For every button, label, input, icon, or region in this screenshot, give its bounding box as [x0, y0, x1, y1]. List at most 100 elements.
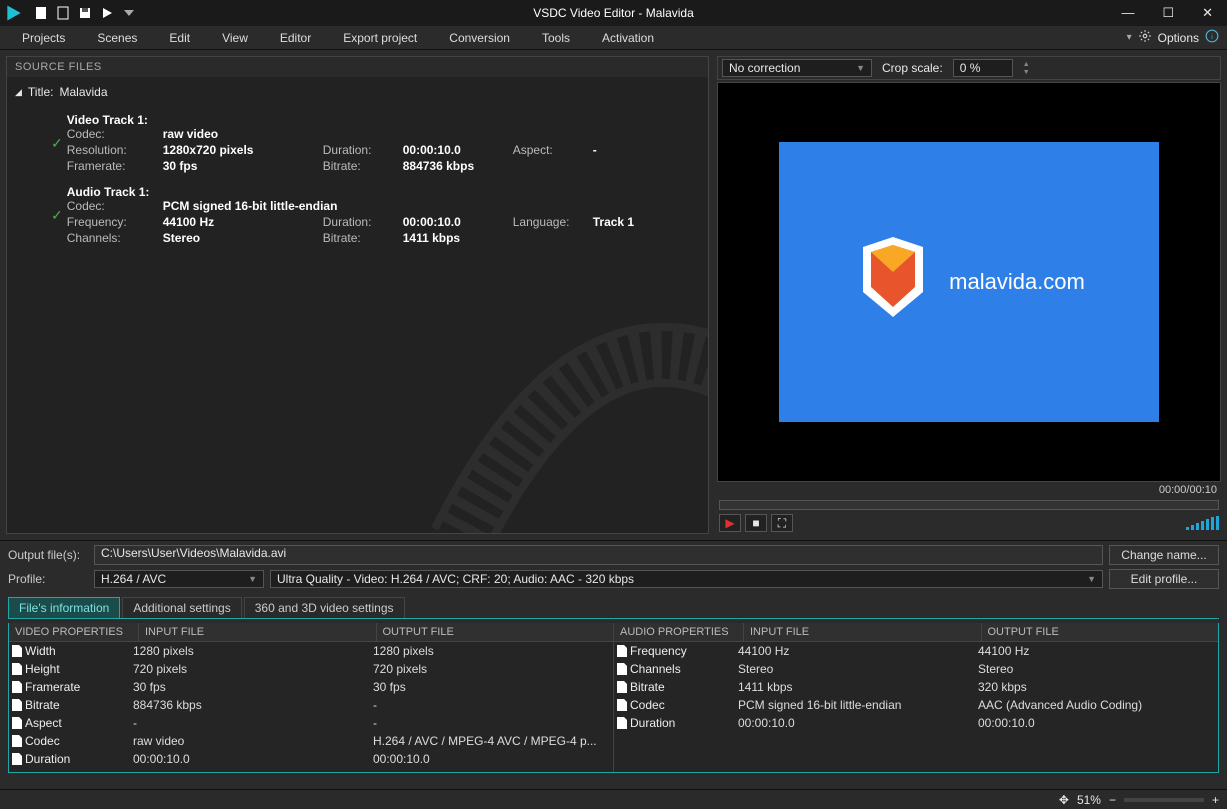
menu-editor[interactable]: Editor: [266, 29, 325, 47]
prop-input-value: 1280 pixels: [133, 644, 373, 658]
menu-activation[interactable]: Activation: [588, 29, 668, 47]
document-icon: [614, 663, 630, 675]
prop-name: Framerate: [25, 680, 133, 694]
prop-output-value: H.264 / AVC / MPEG-4 AVC / MPEG-4 p...: [373, 734, 613, 748]
property-row[interactable]: Bitrate884736 kbps-: [9, 696, 613, 714]
crop-scale-input[interactable]: 0 %: [953, 59, 1013, 77]
source-files-header: SOURCE FILES: [7, 57, 708, 77]
menu-view[interactable]: View: [208, 29, 262, 47]
play-icon[interactable]: [98, 4, 116, 22]
property-row[interactable]: Framerate30 fps30 fps: [9, 678, 613, 696]
document-icon: [9, 735, 25, 747]
property-row[interactable]: ChannelsStereoStereo: [614, 660, 1218, 678]
menu-projects[interactable]: Projects: [8, 29, 79, 47]
output-path-input[interactable]: C:\Users\User\Videos\Malavida.avi: [94, 545, 1103, 565]
at-dur-lbl: Duration:: [323, 215, 403, 229]
prop-name: Duration: [630, 716, 738, 730]
zoom-level: 51%: [1077, 793, 1101, 807]
menu-dropdown-icon[interactable]: ▾: [1127, 32, 1132, 43]
at-lang: Track 1: [593, 215, 673, 229]
spin-down-icon[interactable]: ▼: [1023, 69, 1030, 76]
vt-fr-lbl: Framerate:: [67, 159, 163, 173]
new-file-icon[interactable]: [32, 4, 50, 22]
document-icon: [614, 717, 630, 729]
property-row[interactable]: CodecPCM signed 16-bit little-endianAAC …: [614, 696, 1218, 714]
gear-icon[interactable]: [1138, 29, 1152, 46]
options-label[interactable]: Options: [1158, 31, 1199, 45]
menu-export[interactable]: Export project: [329, 29, 431, 47]
profile-desc-dropdown[interactable]: Ultra Quality - Video: H.264 / AVC; CRF:…: [270, 570, 1103, 588]
correction-dropdown[interactable]: No correction ▼: [722, 59, 872, 77]
title-value: Malavida: [59, 85, 107, 99]
minimize-button[interactable]: —: [1121, 5, 1134, 21]
preview-scrubber[interactable]: [719, 500, 1219, 510]
dropdown-toolbar-icon[interactable]: [120, 4, 138, 22]
fullscreen-button[interactable]: ⛶: [771, 514, 793, 532]
zoom-slider[interactable]: [1124, 798, 1204, 802]
tab-additional-settings[interactable]: Additional settings: [122, 597, 241, 618]
document-icon: [9, 717, 25, 729]
prop-output-value: -: [373, 698, 613, 712]
prop-output-value: 30 fps: [373, 680, 613, 694]
property-row[interactable]: Frequency44100 Hz44100 Hz: [614, 642, 1218, 660]
chevron-down-icon: ▼: [856, 63, 865, 73]
volume-indicator[interactable]: [1186, 516, 1219, 530]
profile-label: Profile:: [8, 572, 88, 586]
check-icon: ✓: [51, 135, 63, 152]
document-icon: [614, 645, 630, 657]
preview-timecode: 00:00/00:10: [717, 482, 1221, 498]
profile-desc-value: Ultra Quality - Video: H.264 / AVC; CRF:…: [277, 572, 634, 586]
zoom-in-button[interactable]: +: [1212, 793, 1219, 807]
close-button[interactable]: ✕: [1202, 5, 1213, 21]
crop-scale-label: Crop scale:: [882, 61, 943, 75]
property-row[interactable]: Codecraw videoH.264 / AVC / MPEG-4 AVC /…: [9, 732, 613, 750]
vt-fr: 30 fps: [163, 159, 323, 173]
prop-output-value: Stereo: [978, 662, 1218, 676]
maximize-button[interactable]: ☐: [1162, 5, 1174, 21]
property-row[interactable]: Duration00:00:10.000:00:10.0: [9, 750, 613, 768]
profile-codec-dropdown[interactable]: H.264 / AVC ▼: [94, 570, 264, 588]
preview-logo-text: malavida.com: [949, 269, 1085, 295]
title-label: Title:: [28, 85, 54, 99]
menu-tools[interactable]: Tools: [528, 29, 584, 47]
prop-input-value: 30 fps: [133, 680, 373, 694]
spin-up-icon[interactable]: ▲: [1023, 61, 1030, 68]
menu-edit[interactable]: Edit: [155, 29, 204, 47]
property-row[interactable]: Aspect--: [9, 714, 613, 732]
play-button[interactable]: ▶: [719, 514, 741, 532]
preview-canvas[interactable]: malavida.com: [717, 82, 1221, 482]
prop-output-value: 00:00:10.0: [373, 752, 613, 766]
tab-360-3d-settings[interactable]: 360 and 3D video settings: [244, 597, 405, 618]
save-file-icon[interactable]: [76, 4, 94, 22]
property-row[interactable]: Bitrate1411 kbps320 kbps: [614, 678, 1218, 696]
titlebar: VSDC Video Editor - Malavida — ☐ ✕: [0, 0, 1227, 26]
property-row[interactable]: Height720 pixels720 pixels: [9, 660, 613, 678]
prop-input-value: -: [133, 716, 373, 730]
open-file-icon[interactable]: [54, 4, 72, 22]
video-output-header: OUTPUT FILE: [377, 623, 614, 641]
prop-input-value: PCM signed 16-bit little-endian: [738, 698, 978, 712]
menu-scenes[interactable]: Scenes: [83, 29, 151, 47]
edit-profile-button[interactable]: Edit profile...: [1109, 569, 1219, 589]
tab-file-information[interactable]: File's information: [8, 597, 120, 618]
prop-output-value: 00:00:10.0: [978, 716, 1218, 730]
source-title-row[interactable]: ◢ Title: Malavida: [15, 83, 700, 101]
prop-input-value: 00:00:10.0: [738, 716, 978, 730]
prop-name: Height: [25, 662, 133, 676]
zoom-out-button[interactable]: −: [1109, 793, 1116, 807]
property-row[interactable]: Duration00:00:10.000:00:10.0: [614, 714, 1218, 732]
property-row[interactable]: Width1280 pixels1280 pixels: [9, 642, 613, 660]
audio-input-header: INPUT FILE: [744, 623, 982, 641]
menu-conversion[interactable]: Conversion: [435, 29, 524, 47]
document-icon: [614, 681, 630, 693]
change-name-button[interactable]: Change name...: [1109, 545, 1219, 565]
collapse-icon[interactable]: ◢: [15, 87, 22, 98]
prop-input-value: 00:00:10.0: [133, 752, 373, 766]
prop-name: Aspect: [25, 716, 133, 730]
vt-asp-lbl: Aspect:: [513, 143, 593, 157]
at-br: 1411 kbps: [403, 231, 513, 245]
stop-button[interactable]: ■: [745, 514, 767, 532]
info-icon[interactable]: i: [1205, 29, 1219, 46]
prop-input-value: 720 pixels: [133, 662, 373, 676]
move-icon[interactable]: ✥: [1059, 793, 1069, 807]
